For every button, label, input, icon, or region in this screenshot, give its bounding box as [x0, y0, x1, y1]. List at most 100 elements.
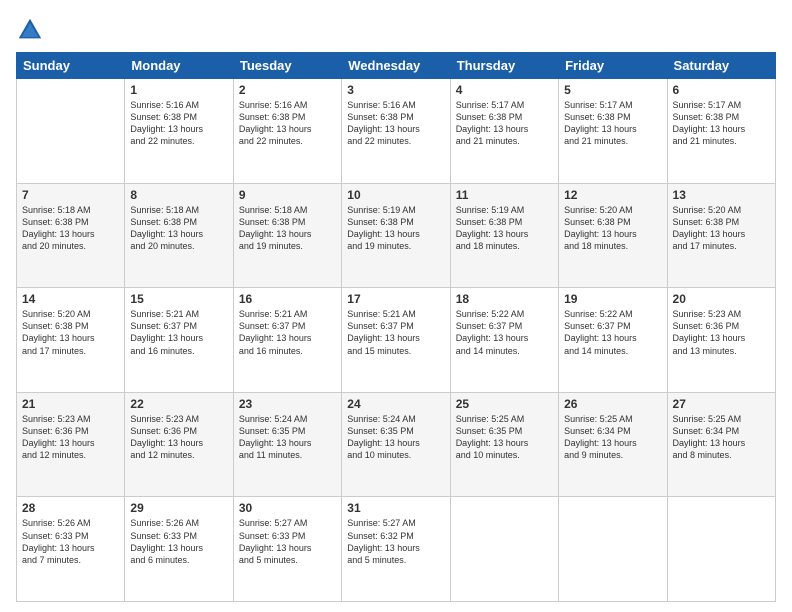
day-number: 6: [673, 83, 770, 97]
day-info: Sunrise: 5:22 AM Sunset: 6:37 PM Dayligh…: [456, 308, 553, 357]
day-info: Sunrise: 5:23 AM Sunset: 6:36 PM Dayligh…: [130, 413, 227, 462]
calendar-header-row: SundayMondayTuesdayWednesdayThursdayFrid…: [17, 53, 776, 79]
calendar-header-monday: Monday: [125, 53, 233, 79]
day-info: Sunrise: 5:27 AM Sunset: 6:32 PM Dayligh…: [347, 517, 444, 566]
calendar-cell: 21 Sunrise: 5:23 AM Sunset: 6:36 PM Dayli…: [17, 392, 125, 497]
day-number: 25: [456, 397, 553, 411]
day-info: Sunrise: 5:23 AM Sunset: 6:36 PM Dayligh…: [22, 413, 119, 462]
day-number: 20: [673, 292, 770, 306]
day-info: Sunrise: 5:24 AM Sunset: 6:35 PM Dayligh…: [239, 413, 336, 462]
day-number: 29: [130, 501, 227, 515]
calendar-cell: 10 Sunrise: 5:19 AM Sunset: 6:38 PM Dayli…: [342, 183, 450, 288]
calendar-table: SundayMondayTuesdayWednesdayThursdayFrid…: [16, 52, 776, 602]
day-number: 16: [239, 292, 336, 306]
day-info: Sunrise: 5:18 AM Sunset: 6:38 PM Dayligh…: [239, 204, 336, 253]
calendar-cell: 4 Sunrise: 5:17 AM Sunset: 6:38 PM Daylig…: [450, 79, 558, 184]
calendar-week-row: 7 Sunrise: 5:18 AM Sunset: 6:38 PM Daylig…: [17, 183, 776, 288]
day-info: Sunrise: 5:16 AM Sunset: 6:38 PM Dayligh…: [239, 99, 336, 148]
day-number: 13: [673, 188, 770, 202]
calendar-header-friday: Friday: [559, 53, 667, 79]
day-number: 31: [347, 501, 444, 515]
calendar-cell: 19 Sunrise: 5:22 AM Sunset: 6:37 PM Dayli…: [559, 288, 667, 393]
day-number: 18: [456, 292, 553, 306]
calendar-cell: 3 Sunrise: 5:16 AM Sunset: 6:38 PM Daylig…: [342, 79, 450, 184]
calendar-cell: 28 Sunrise: 5:26 AM Sunset: 6:33 PM Dayli…: [17, 497, 125, 602]
day-number: 12: [564, 188, 661, 202]
day-info: Sunrise: 5:21 AM Sunset: 6:37 PM Dayligh…: [130, 308, 227, 357]
calendar-week-row: 14 Sunrise: 5:20 AM Sunset: 6:38 PM Dayli…: [17, 288, 776, 393]
day-info: Sunrise: 5:21 AM Sunset: 6:37 PM Dayligh…: [239, 308, 336, 357]
day-number: 15: [130, 292, 227, 306]
day-info: Sunrise: 5:23 AM Sunset: 6:36 PM Dayligh…: [673, 308, 770, 357]
day-info: Sunrise: 5:17 AM Sunset: 6:38 PM Dayligh…: [673, 99, 770, 148]
calendar-week-row: 21 Sunrise: 5:23 AM Sunset: 6:36 PM Dayli…: [17, 392, 776, 497]
calendar-cell: 25 Sunrise: 5:25 AM Sunset: 6:35 PM Dayli…: [450, 392, 558, 497]
day-number: 1: [130, 83, 227, 97]
calendar-week-row: 1 Sunrise: 5:16 AM Sunset: 6:38 PM Daylig…: [17, 79, 776, 184]
day-number: 30: [239, 501, 336, 515]
calendar-cell: 24 Sunrise: 5:24 AM Sunset: 6:35 PM Dayli…: [342, 392, 450, 497]
day-info: Sunrise: 5:25 AM Sunset: 6:34 PM Dayligh…: [673, 413, 770, 462]
day-number: 3: [347, 83, 444, 97]
calendar-cell: 18 Sunrise: 5:22 AM Sunset: 6:37 PM Dayli…: [450, 288, 558, 393]
day-info: Sunrise: 5:27 AM Sunset: 6:33 PM Dayligh…: [239, 517, 336, 566]
calendar-cell: 5 Sunrise: 5:17 AM Sunset: 6:38 PM Daylig…: [559, 79, 667, 184]
calendar-cell: 26Sunrise: 5:25 AM Sunset: 6:34 PM Dayli…: [559, 392, 667, 497]
calendar-cell: 22 Sunrise: 5:23 AM Sunset: 6:36 PM Dayli…: [125, 392, 233, 497]
day-info: Sunrise: 5:16 AM Sunset: 6:38 PM Dayligh…: [347, 99, 444, 148]
day-number: 14: [22, 292, 119, 306]
calendar-cell: 14 Sunrise: 5:20 AM Sunset: 6:38 PM Dayli…: [17, 288, 125, 393]
calendar-cell: 7 Sunrise: 5:18 AM Sunset: 6:38 PM Daylig…: [17, 183, 125, 288]
header: [16, 16, 776, 44]
day-info: Sunrise: 5:25 AM Sunset: 6:35 PM Dayligh…: [456, 413, 553, 462]
day-info: Sunrise: 5:18 AM Sunset: 6:38 PM Dayligh…: [130, 204, 227, 253]
day-info: Sunrise: 5:17 AM Sunset: 6:38 PM Dayligh…: [564, 99, 661, 148]
day-number: 2: [239, 83, 336, 97]
day-info: Sunrise: 5:24 AM Sunset: 6:35 PM Dayligh…: [347, 413, 444, 462]
day-number: 24: [347, 397, 444, 411]
day-number: 19: [564, 292, 661, 306]
day-number: 5: [564, 83, 661, 97]
calendar-cell: 9 Sunrise: 5:18 AM Sunset: 6:38 PM Daylig…: [233, 183, 341, 288]
day-info: Sunrise: 5:20 AM Sunset: 6:38 PM Dayligh…: [564, 204, 661, 253]
day-info: Sunrise: 5:16 AM Sunset: 6:38 PM Dayligh…: [130, 99, 227, 148]
calendar-cell: 23Sunrise: 5:24 AM Sunset: 6:35 PM Dayli…: [233, 392, 341, 497]
day-number: 9: [239, 188, 336, 202]
calendar-cell: [667, 497, 775, 602]
day-number: 17: [347, 292, 444, 306]
calendar-header-tuesday: Tuesday: [233, 53, 341, 79]
day-number: 27: [673, 397, 770, 411]
day-info: Sunrise: 5:21 AM Sunset: 6:37 PM Dayligh…: [347, 308, 444, 357]
day-info: Sunrise: 5:20 AM Sunset: 6:38 PM Dayligh…: [22, 308, 119, 357]
day-info: Sunrise: 5:17 AM Sunset: 6:38 PM Dayligh…: [456, 99, 553, 148]
calendar-week-row: 28 Sunrise: 5:26 AM Sunset: 6:33 PM Dayli…: [17, 497, 776, 602]
calendar-cell: 1 Sunrise: 5:16 AM Sunset: 6:38 PM Daylig…: [125, 79, 233, 184]
day-number: 4: [456, 83, 553, 97]
calendar-cell: 11 Sunrise: 5:19 AM Sunset: 6:38 PM Dayli…: [450, 183, 558, 288]
calendar-cell: 29 Sunrise: 5:26 AM Sunset: 6:33 PM Dayli…: [125, 497, 233, 602]
calendar-header-saturday: Saturday: [667, 53, 775, 79]
day-number: 21: [22, 397, 119, 411]
calendar-cell: 30 Sunrise: 5:27 AM Sunset: 6:33 PM Dayli…: [233, 497, 341, 602]
day-info: Sunrise: 5:19 AM Sunset: 6:38 PM Dayligh…: [456, 204, 553, 253]
day-info: Sunrise: 5:26 AM Sunset: 6:33 PM Dayligh…: [22, 517, 119, 566]
day-number: 8: [130, 188, 227, 202]
day-number: 11: [456, 188, 553, 202]
day-info: Sunrise: 5:22 AM Sunset: 6:37 PM Dayligh…: [564, 308, 661, 357]
logo-icon: [16, 16, 44, 44]
day-number: 28: [22, 501, 119, 515]
page: SundayMondayTuesdayWednesdayThursdayFrid…: [0, 0, 792, 612]
day-number: 22: [130, 397, 227, 411]
calendar-cell: [450, 497, 558, 602]
calendar-cell: 13Sunrise: 5:20 AM Sunset: 6:38 PM Dayli…: [667, 183, 775, 288]
day-number: 7: [22, 188, 119, 202]
calendar-cell: 15 Sunrise: 5:21 AM Sunset: 6:37 PM Dayli…: [125, 288, 233, 393]
day-number: 10: [347, 188, 444, 202]
day-info: Sunrise: 5:25 AM Sunset: 6:34 PM Dayligh…: [564, 413, 661, 462]
day-info: Sunrise: 5:26 AM Sunset: 6:33 PM Dayligh…: [130, 517, 227, 566]
day-info: Sunrise: 5:18 AM Sunset: 6:38 PM Dayligh…: [22, 204, 119, 253]
day-info: Sunrise: 5:19 AM Sunset: 6:38 PM Dayligh…: [347, 204, 444, 253]
calendar-cell: 16 Sunrise: 5:21 AM Sunset: 6:37 PM Dayli…: [233, 288, 341, 393]
calendar-cell: [559, 497, 667, 602]
calendar-cell: 31 Sunrise: 5:27 AM Sunset: 6:32 PM Dayli…: [342, 497, 450, 602]
